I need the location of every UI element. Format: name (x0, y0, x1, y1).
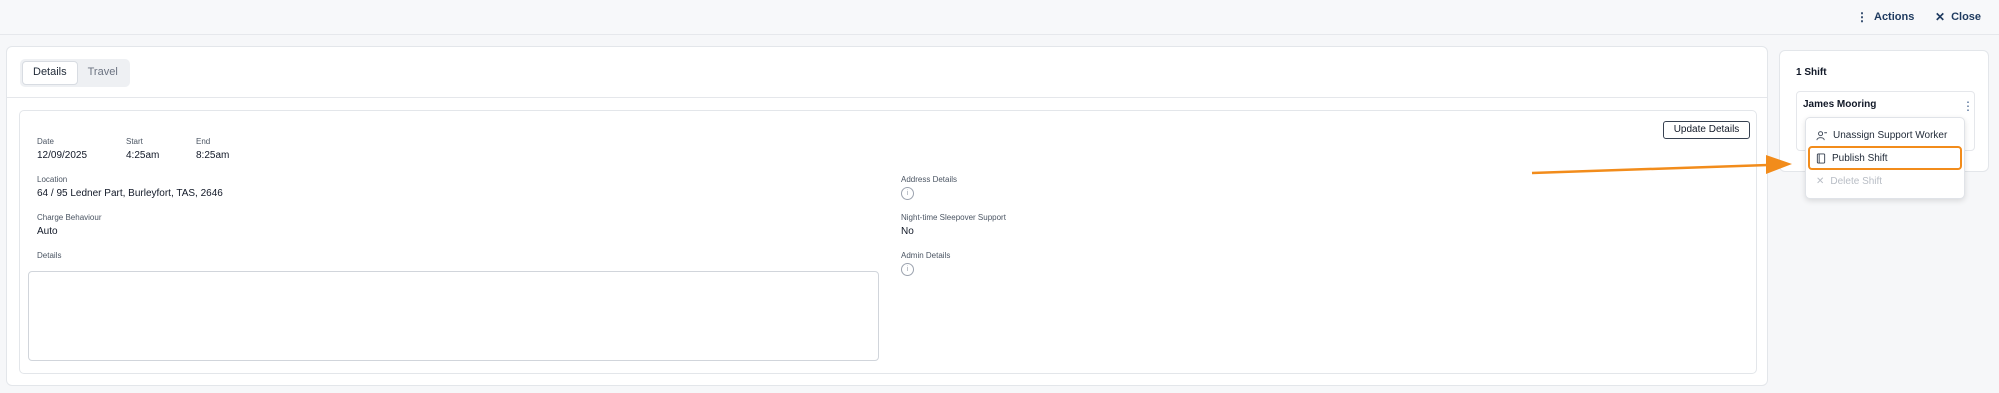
location-label: Location (37, 175, 68, 184)
actions-label: Actions (1874, 11, 1915, 23)
charge-behaviour-value: Auto (37, 226, 58, 237)
start-value: 4:25am (126, 150, 160, 161)
sleepover-value: No (901, 226, 914, 237)
shift-details-card: Details Travel Update Details Date 12/09… (6, 46, 1768, 386)
close-button[interactable]: ✕ Close (1935, 9, 1981, 25)
end-label: End (196, 137, 211, 146)
shift-menu-kebab-icon[interactable]: ⋮ (1962, 100, 1974, 112)
user-remove-icon (1816, 130, 1827, 140)
location-value: 64 / 95 Ledner Part, Burleyfort, TAS, 26… (37, 188, 223, 199)
menu-item-label: Publish Shift (1832, 152, 1888, 164)
actions-button[interactable]: ⋮ Actions (1856, 9, 1914, 25)
shift-context-menu: Unassign Support Worker Publish Shift ✕ … (1805, 117, 1965, 199)
book-icon (1816, 152, 1826, 164)
update-details-button[interactable]: Update Details (1663, 121, 1750, 139)
kebab-icon: ⋮ (1856, 10, 1868, 24)
admin-details-label: Admin Details (901, 251, 951, 260)
details-panel: Update Details Date 12/09/2025 Start 4:2… (19, 110, 1757, 374)
end-value: 8:25am (196, 150, 230, 161)
date-label: Date (37, 137, 54, 146)
tab-travel[interactable]: Travel (78, 61, 128, 85)
details-label: Details (37, 251, 62, 260)
top-bar: ⋮ Actions ✕ Close (0, 0, 1999, 35)
divider (7, 97, 1767, 98)
annotation-arrow-icon (1531, 155, 1792, 175)
tab-details[interactable]: Details (22, 61, 78, 85)
info-icon: i (901, 263, 914, 276)
close-icon: ✕ (1935, 10, 1946, 24)
close-label: Close (1951, 11, 1982, 23)
worker-name: James Mooring (1803, 99, 1877, 110)
tab-bar: Details Travel (20, 59, 130, 87)
date-value: 12/09/2025 (37, 150, 88, 161)
info-icon: i (901, 187, 914, 200)
details-textarea[interactable] (28, 271, 879, 361)
close-icon: ✕ (1816, 175, 1825, 187)
charge-behaviour-label: Charge Behaviour (37, 213, 102, 222)
sleepover-label: Night-time Sleepover Support (901, 213, 1006, 222)
start-label: Start (126, 137, 143, 146)
delete-shift-item: ✕ Delete Shift (1810, 171, 1960, 191)
menu-item-label: Unassign Support Worker (1833, 129, 1948, 141)
unassign-support-worker-item[interactable]: Unassign Support Worker (1810, 125, 1960, 145)
menu-item-label: Delete Shift (1830, 175, 1883, 187)
shifts-count-title: 1 Shift (1796, 67, 1827, 78)
address-details-label: Address Details (901, 175, 958, 184)
publish-shift-item[interactable]: Publish Shift (1808, 146, 1962, 170)
